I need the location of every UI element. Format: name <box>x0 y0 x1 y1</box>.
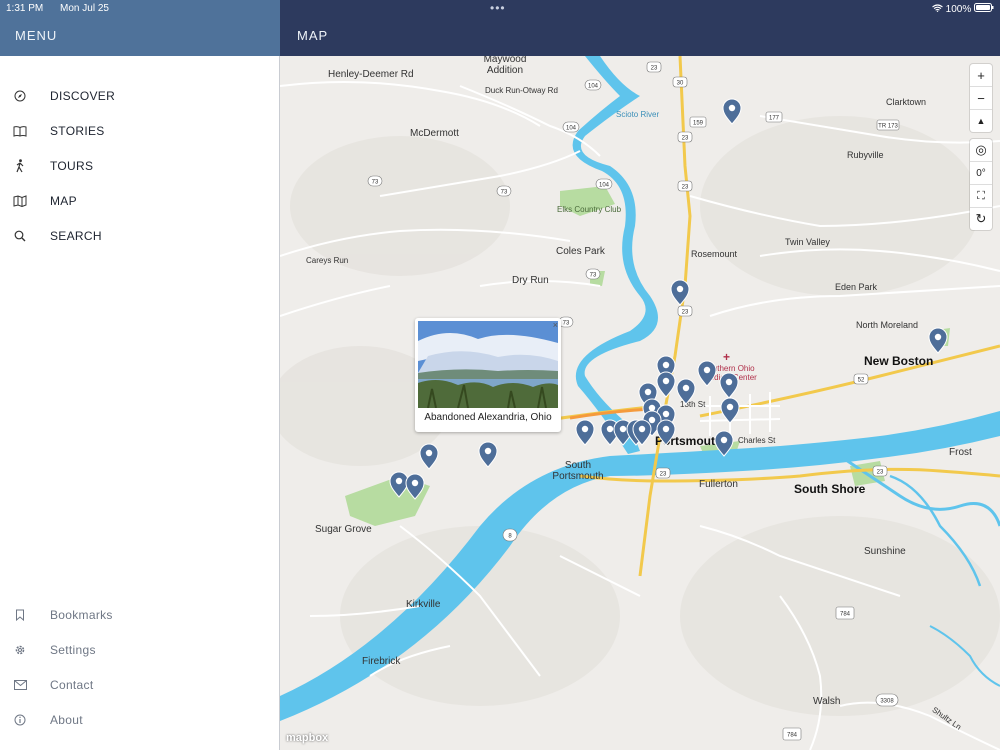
wifi-icon <box>932 4 946 15</box>
map-marker[interactable] <box>928 327 948 354</box>
sidebar-item-settings[interactable]: Settings <box>0 632 279 667</box>
map-marker[interactable] <box>389 471 409 498</box>
zoom-controls: + − ▲ <box>970 64 992 132</box>
sidebar-bottom-nav: Bookmarks Settings Contact About <box>0 597 279 737</box>
status-bar-right: 100% <box>932 3 994 15</box>
map-icon <box>13 194 27 208</box>
sidebar-item-bookmarks[interactable]: Bookmarks <box>0 597 279 632</box>
popup-image[interactable] <box>418 321 558 409</box>
sidebar-item-label: SEARCH <box>50 228 102 243</box>
compass-icon <box>13 89 27 103</box>
map-marker[interactable] <box>670 279 690 306</box>
bookmark-icon <box>13 608 27 622</box>
map-marker[interactable] <box>697 360 717 387</box>
sidebar-item-label: Bookmarks <box>50 607 113 622</box>
map-marker[interactable] <box>722 98 742 125</box>
marker-popup[interactable]: × Abandoned Alexandria, Ohio <box>415 318 561 432</box>
sidebar-item-discover[interactable]: DISCOVER <box>0 78 279 113</box>
zoom-in-button[interactable]: + <box>970 64 992 87</box>
view-controls: ◎ 0° ⛶ ↻ <box>970 139 992 230</box>
mapbox-attribution[interactable]: mapbox <box>286 732 328 744</box>
info-icon <box>13 713 27 727</box>
bearing-button[interactable]: 0° <box>970 162 992 185</box>
sidebar-nav: DISCOVER STORIES TOURS MAP SEARCH <box>0 78 279 253</box>
sidebar: 1:31 PM Mon Jul 25 MENU DISCOVER STORIES… <box>0 0 280 750</box>
book-icon <box>13 124 27 138</box>
zoom-out-button[interactable]: − <box>970 87 992 110</box>
sidebar-item-label: Settings <box>50 642 96 657</box>
menu-title: MENU <box>15 28 58 43</box>
map-marker[interactable] <box>714 430 734 457</box>
sidebar-item-contact[interactable]: Contact <box>0 667 279 702</box>
map-canvas[interactable]: Henley-Deemer Rd Maywood Addition Duck R… <box>280 56 1000 750</box>
battery-percent: 100% <box>945 4 972 15</box>
map-marker[interactable] <box>575 419 595 446</box>
page-title: MAP <box>297 28 329 43</box>
map-marker[interactable] <box>676 378 696 405</box>
compass-button[interactable]: ▲ <box>970 110 992 132</box>
popup-title[interactable]: Abandoned Alexandria, Ohio <box>415 412 561 423</box>
popup-close-button[interactable]: × <box>553 320 558 330</box>
map-header: ••• 100% MAP <box>280 0 1000 56</box>
gear-icon <box>13 643 27 657</box>
fullscreen-button[interactable]: ⛶ <box>970 185 992 208</box>
map-marker[interactable] <box>720 397 740 424</box>
markers-layer <box>389 98 948 500</box>
sidebar-item-label: STORIES <box>50 123 105 138</box>
sidebar-item-search[interactable]: SEARCH <box>0 218 279 253</box>
walking-icon <box>13 158 27 173</box>
map-marker[interactable] <box>405 473 425 500</box>
map-marker[interactable] <box>656 419 676 446</box>
sidebar-item-label: DISCOVER <box>50 88 116 103</box>
sidebar-item-stories[interactable]: STORIES <box>0 113 279 148</box>
map-controls: + − ▲ ◎ 0° ⛶ ↻ <box>970 64 992 237</box>
sidebar-item-map[interactable]: MAP <box>0 183 279 218</box>
map-marker[interactable] <box>656 371 676 398</box>
multitasking-dots[interactable]: ••• <box>490 1 506 15</box>
locate-button[interactable]: ◎ <box>970 139 992 162</box>
sidebar-item-label: MAP <box>50 193 77 208</box>
map-marker[interactable] <box>719 372 739 399</box>
reset-button[interactable]: ↻ <box>970 208 992 230</box>
sidebar-item-label: About <box>50 712 83 727</box>
sidebar-item-label: TOURS <box>50 158 94 173</box>
mail-icon <box>13 678 27 692</box>
sidebar-item-tours[interactable]: TOURS <box>0 148 279 183</box>
status-date: Mon Jul 25 <box>60 3 109 14</box>
status-bar-left: 1:31 PM Mon Jul 25 <box>6 3 123 14</box>
sidebar-header: 1:31 PM Mon Jul 25 MENU <box>0 0 280 56</box>
map-marker[interactable] <box>478 441 498 468</box>
sidebar-item-about[interactable]: About <box>0 702 279 737</box>
search-icon <box>13 229 27 243</box>
battery-icon <box>974 3 994 15</box>
map-marker[interactable] <box>419 443 439 470</box>
sidebar-item-label: Contact <box>50 677 94 692</box>
status-time: 1:31 PM <box>6 3 44 14</box>
